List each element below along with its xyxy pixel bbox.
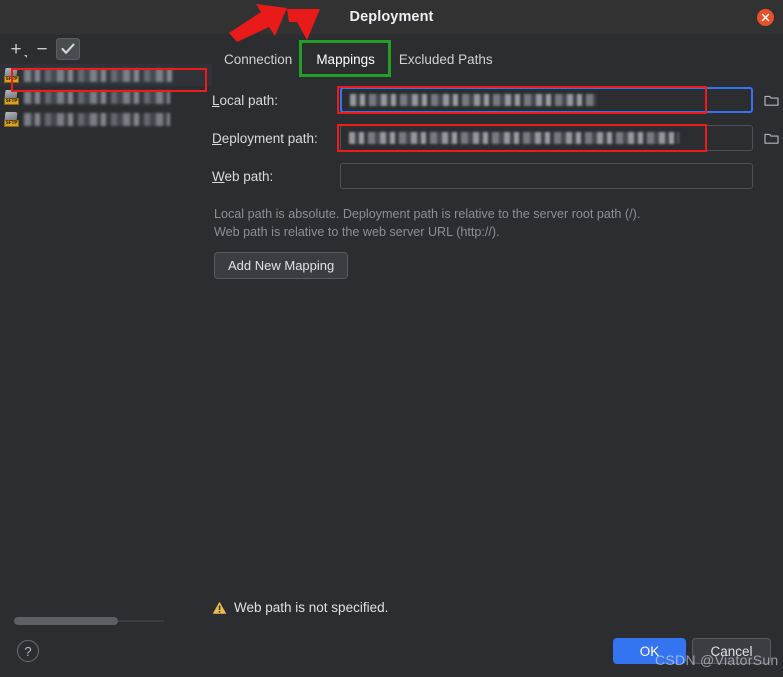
hint-line-1: Local path is absolute. Deployment path … — [214, 207, 641, 221]
ok-button[interactable]: OK — [613, 638, 686, 664]
hint-line-2: Web path is relative to the web server U… — [214, 225, 500, 239]
add-server-button[interactable]: + — [4, 38, 28, 60]
deployment-path-value-redacted — [349, 132, 679, 144]
window-title: Deployment — [349, 9, 434, 25]
server-name-redacted — [24, 112, 170, 126]
local-path-row: Local path: — [212, 86, 782, 114]
list-item[interactable]: SFTP — [0, 86, 212, 108]
tab-mappings[interactable]: Mappings — [304, 48, 387, 71]
add-new-mapping-button[interactable]: Add New Mapping — [214, 252, 349, 279]
sftp-server-icon: SFTP — [4, 89, 19, 105]
set-default-server-button[interactable] — [56, 38, 80, 60]
list-item[interactable]: SFTP — [0, 64, 212, 86]
local-path-label: Local path: — [212, 92, 279, 108]
mappings-panel: Connection Mappings Excluded Paths Local… — [212, 34, 783, 634]
warning-message: Web path is not specified. — [234, 600, 389, 615]
chevron-down-icon — [24, 55, 27, 58]
server-list[interactable]: SFTP SFTP SFTP — [0, 64, 212, 604]
checkmark-icon — [61, 43, 75, 54]
deployment-path-row: Deployment path: — [212, 124, 782, 152]
remove-server-button[interactable]: − — [30, 38, 54, 60]
server-name-redacted — [24, 90, 170, 104]
tab-excluded-paths[interactable]: Excluded Paths — [387, 48, 505, 71]
server-name-redacted — [24, 68, 172, 82]
minus-icon: − — [36, 38, 48, 60]
deployment-path-label: Deployment path: — [212, 130, 318, 146]
server-list-toolbar: + − — [0, 34, 212, 64]
web-path-label: Web path: — [212, 168, 274, 184]
folder-icon — [763, 95, 779, 106]
help-button[interactable]: ? — [17, 640, 39, 662]
deployment-path-input[interactable] — [340, 125, 753, 151]
tab-bar: Connection Mappings Excluded Paths — [212, 45, 505, 73]
plus-icon: + — [10, 38, 22, 60]
tab-connection[interactable]: Connection — [212, 48, 304, 71]
local-path-browse-button[interactable] — [760, 89, 782, 111]
path-hint-text: Local path is absolute. Deployment path … — [214, 205, 734, 241]
web-path-row: Web path: — [212, 162, 753, 190]
list-item[interactable]: SFTP — [0, 108, 212, 130]
window-titlebar: Deployment — [0, 0, 783, 34]
folder-icon — [763, 133, 779, 144]
local-path-value-redacted — [350, 94, 596, 106]
close-icon[interactable] — [757, 9, 774, 26]
horizontal-scrollbar[interactable] — [14, 617, 164, 625]
warning-triangle-icon — [212, 601, 227, 614]
cancel-button[interactable]: Cancel — [692, 638, 771, 664]
local-path-input[interactable] — [340, 87, 753, 113]
deployment-path-browse-button[interactable] — [760, 127, 782, 149]
warning-status: Web path is not specified. — [212, 600, 388, 615]
sftp-server-icon: SFTP — [4, 67, 19, 83]
scrollbar-thumb[interactable] — [14, 617, 118, 625]
sftp-server-icon: SFTP — [4, 111, 19, 127]
web-path-input[interactable] — [340, 163, 753, 189]
